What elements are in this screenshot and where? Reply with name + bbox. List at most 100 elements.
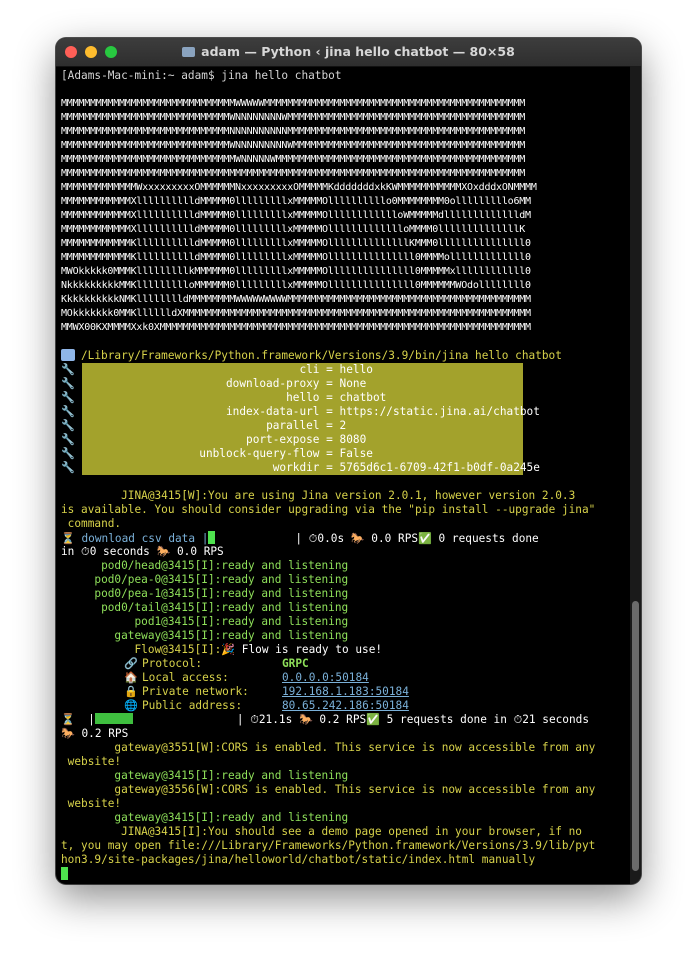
param-highlight: hello = chatbot (81, 391, 523, 405)
log-line: website! (61, 755, 122, 768)
wrench-icon: 🔧 (61, 419, 82, 432)
title-bar[interactable]: adam — Python ‹ jina hello chatbot — 80×… (56, 38, 641, 67)
address-icon: 🏠 (124, 671, 138, 684)
log-line: JINA@3415[I]:You should see a demo page … (61, 825, 582, 838)
address-value[interactable]: 0.0.0.0:50184 (282, 671, 369, 684)
address-row: 🔒 Private network: 192.168.1.183:50184 (61, 685, 409, 699)
banner-line: MMMMMMMMMMMMKlllllllllldMMMMM0lllllllllx… (61, 238, 531, 249)
param-value: False (339, 447, 373, 460)
log-line: gateway@3556[W]:CORS is enabled. This se… (61, 783, 596, 796)
request-stats: | ⏱21.1s 🐎 0.2 RPS✅ 5 requests done in ⏱… (236, 713, 590, 726)
banner-line: NkkkkkkkkkMMKllllllllloMMMMMM0lllllllllx… (61, 280, 531, 291)
param-key: hello (286, 391, 320, 404)
window-title-text: adam — Python ‹ jina hello chatbot — 80×… (201, 44, 515, 59)
banner-line: MMMMMMMMMMMMMMMMMMMMMMMMMMMMMWNNNNNNNNWM… (61, 112, 526, 123)
param-row: 🔧 parallel = 2 (61, 419, 523, 433)
param-row: 🔧 hello = chatbot (61, 391, 523, 405)
address-label: Public address: (142, 699, 243, 712)
address-icon: 🔗 (124, 657, 138, 670)
pod-status-line: pod0/pea-1@3415[I]:ready and listening (61, 587, 349, 600)
flow-ready-line: Flow@3415[I]:🎉 Flow is ready to use! (61, 643, 382, 657)
download-label: download csv data | (81, 532, 209, 545)
param-key: cli (299, 363, 320, 376)
wrench-icon: 🔧 (61, 377, 82, 390)
pod-status-line: pod1@3415[I]:ready and listening (61, 615, 349, 628)
flow-prefix: Flow@3415[I]: (61, 643, 222, 656)
address-label: Protocol: (142, 657, 203, 670)
address-row: 🏠 Local access: 0.0.0.0:50184 (61, 671, 369, 685)
param-highlight: parallel = 2 (81, 419, 523, 433)
param-value: https://static.jina.ai/chatbot (339, 405, 540, 418)
param-key: port-expose (246, 433, 320, 446)
param-row: 🔧 port-expose = 8080 (61, 433, 523, 447)
param-row: 🔧 cli = hello (61, 363, 523, 377)
wrench-icon: 🔧 (61, 363, 82, 376)
banner-line: MOkkkkkkk0MMKlllllldXMMMMMMMMMMMMMMMMMMM… (61, 308, 531, 319)
address-label: Local access: (142, 671, 229, 684)
address-value[interactable]: 80.65.242.186:50184 (282, 699, 409, 712)
param-key: index-data-url (225, 405, 320, 418)
wrench-icon: 🔧 (61, 461, 82, 474)
terminal-window: adam — Python ‹ jina hello chatbot — 80×… (56, 38, 641, 884)
param-row: 🔧 download-proxy = None (61, 377, 523, 391)
address-row: 🌐 Public address: 80.65.242.186:50184 (61, 699, 409, 713)
pod-status-line: pod0/pea-0@3415[I]:ready and listening (61, 573, 349, 586)
param-value: hello (339, 363, 373, 376)
param-equals: = (319, 419, 340, 432)
version-warning-3: command. (61, 517, 122, 530)
banner-line: MMMMMMMMMMMMKlllllllllldMMMMM0lllllllllx… (61, 252, 531, 263)
param-highlight: cli = hello (81, 363, 523, 377)
param-equals: = (319, 377, 340, 390)
param-row: 🔧 unblock-query-flow = False (61, 447, 523, 461)
wrench-icon: 🔧 (61, 405, 82, 418)
banner-line: MMMMMMMMMMMMMMMMMMMMMMMMMMMMMMMMMMMMMMMM… (61, 168, 526, 179)
terminal-output[interactable]: [Adams-Mac-mini:~ adam$ jina hello chatb… (61, 68, 629, 882)
hourglass-icon: ⏳ | (61, 713, 95, 726)
param-equals: = (319, 433, 340, 446)
command-line: /Library/Frameworks/Python.framework/Ver… (61, 349, 562, 363)
param-equals: = (319, 461, 340, 474)
window-title: adam — Python ‹ jina hello chatbot — 80×… (56, 44, 641, 59)
log-line: gateway@3415[I]:ready and listening (61, 811, 349, 824)
banner-line: MMMMMMMMMMMMMMMMMMMMMMMMMMMMMMWNNNNNWMMM… (61, 154, 526, 165)
log-line: website! (61, 797, 122, 810)
hourglass-icon: ⏳ (61, 532, 82, 545)
request-progress: ⏳ | | ⏱21.1s 🐎 0.2 RPS✅ 5 requests done i… (61, 713, 589, 727)
address-row: 🔗 Protocol: GRPC (61, 657, 309, 671)
run-icon (61, 349, 75, 361)
param-key: parallel (266, 419, 320, 432)
param-highlight: unblock-query-flow = False (81, 447, 523, 461)
banner-line: MMMMMMMMMMMMXlllllllllldMMMMM0lllllllllx… (61, 196, 531, 207)
log-line: gateway@3551[W]:CORS is enabled. This se… (61, 741, 596, 754)
scrollbar[interactable] (630, 66, 641, 884)
download-progress: ⏳ download csv data | | ⏱0.0s 🐎 0.0 RPS✅ … (61, 531, 539, 545)
pod-status-line: pod0/tail@3415[I]:ready and listening (61, 601, 349, 614)
param-highlight: download-proxy = None (81, 377, 523, 391)
address-label: Private network: (142, 685, 249, 698)
param-value: None (339, 377, 367, 390)
banner-line: MMMMMMMMMMMMXlllllllllldMMMMM0lllllllllx… (61, 210, 531, 221)
address-icon: 🔒 (124, 685, 138, 698)
param-value: 2 (339, 419, 347, 432)
param-value: 5765d6c1-6709-42f1-b0df-0a245e (339, 461, 540, 474)
scrollbar-thumb[interactable] (632, 601, 639, 871)
folder-icon (182, 47, 196, 57)
request-progress-2: 🐎 0.2 RPS (61, 727, 129, 740)
banner-line: MMWX00KXMMMMXxk0XMMMMMMMMMMMMMMMMMMMMMMM… (61, 322, 531, 333)
param-row: 🔧 workdir = 5765d6c1-6709-42f1-b0df-0a24… (61, 461, 540, 475)
shell-prompt: [Adams-Mac-mini:~ adam$ jina hello chatb… (61, 69, 342, 82)
param-key: unblock-query-flow (199, 447, 320, 460)
banner-line: MMMMMMMMMMMMMMMMMMMMMMMMMMMMMWNNNNNNNNNW… (61, 140, 526, 151)
log-line: gateway@3415[I]:ready and listening (61, 769, 349, 782)
pod-status-line: pod0/head@3415[I]:ready and listening (61, 559, 349, 572)
banner-line: MMMMMMMMMMMMMMMMMMMMMMMMMMMMMMWWWWWMMMMM… (61, 98, 526, 109)
pod-status-line: gateway@3415[I]:ready and listening (61, 629, 349, 642)
command-path: /Library/Frameworks/Python.framework/Ver… (81, 349, 562, 362)
progress-bar (94, 713, 133, 724)
banner-line: MMMMMMMMMMMMMMMMMMMMMMMMMMMMMNNNNNNNNNNM… (61, 126, 526, 137)
wrench-icon: 🔧 (61, 391, 82, 404)
param-equals: = (319, 405, 340, 418)
param-highlight: index-data-url = https://static.jina.ai/… (81, 405, 540, 419)
terminal-cursor-line[interactable] (61, 867, 68, 881)
address-value[interactable]: 192.168.1.183:50184 (282, 685, 409, 698)
